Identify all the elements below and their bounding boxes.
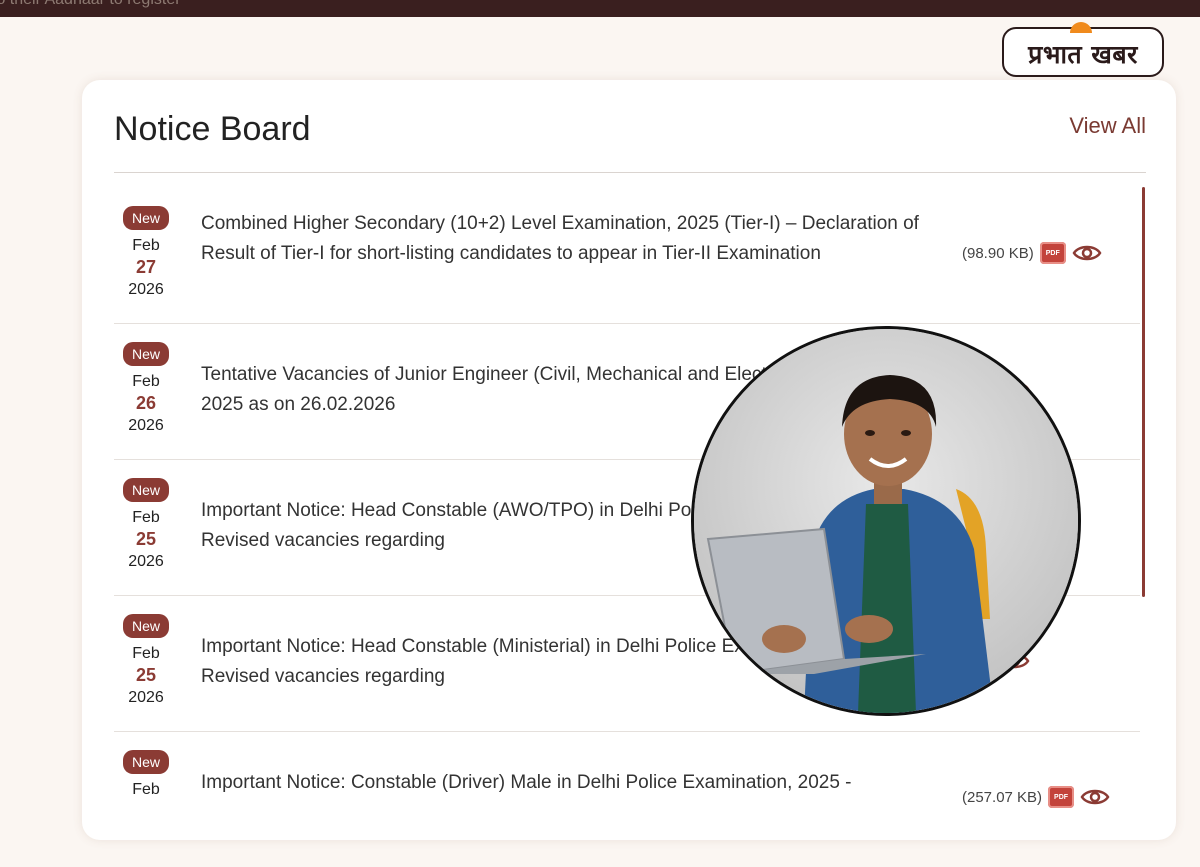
eye-icon[interactable] bbox=[1072, 242, 1102, 264]
notice-date: New Feb 26 2026 bbox=[114, 342, 178, 436]
notice-link[interactable]: Combined Higher Secondary (10+2) Level E… bbox=[201, 209, 931, 269]
date-year: 2026 bbox=[128, 553, 164, 570]
date-month: Feb bbox=[132, 781, 160, 798]
pdf-icon[interactable]: PDF bbox=[1048, 786, 1075, 808]
notice-actions: (257.07 KB) PDF bbox=[962, 786, 1142, 808]
date-year: 2026 bbox=[128, 281, 164, 298]
title-divider bbox=[114, 172, 1146, 173]
eye-icon[interactable] bbox=[1080, 786, 1110, 808]
new-badge: New bbox=[122, 342, 169, 366]
notice-date: New Feb 25 2026 bbox=[114, 614, 178, 708]
notice-date: New Feb 27 2026 bbox=[114, 206, 178, 300]
logo-sun-icon bbox=[1070, 22, 1092, 33]
date-year: 2026 bbox=[128, 689, 164, 706]
logo-text: प्रभात खबर bbox=[1028, 40, 1138, 69]
new-badge: New bbox=[122, 750, 169, 774]
date-month: Feb bbox=[132, 373, 160, 390]
date-month: Feb bbox=[132, 645, 160, 662]
notice-board-title: Notice Board bbox=[114, 110, 311, 148]
notice-actions: (98.90 KB) PDF bbox=[962, 242, 1142, 264]
notice-date: New Feb bbox=[114, 750, 178, 802]
announcement-text: to their Aadhaar to register bbox=[0, 0, 181, 9]
new-badge: New bbox=[122, 206, 169, 230]
date-day: 26 bbox=[135, 393, 157, 413]
view-all-link[interactable]: View All bbox=[1069, 113, 1146, 139]
date-month: Feb bbox=[132, 509, 160, 526]
notice-row[interactable]: New Feb 27 2026 Combined Higher Secondar… bbox=[114, 188, 1140, 324]
date-month: Feb bbox=[132, 237, 160, 254]
student-illustration bbox=[694, 329, 1078, 713]
notice-date: New Feb 25 2026 bbox=[114, 478, 178, 572]
file-size: (257.07 KB) bbox=[962, 788, 1043, 806]
file-size: (98.90 KB) bbox=[962, 244, 1034, 262]
new-badge: New bbox=[122, 614, 169, 638]
notice-link[interactable]: Important Notice: Constable (Driver) Mal… bbox=[201, 768, 931, 798]
date-day: 27 bbox=[135, 257, 157, 277]
date-year: 2026 bbox=[128, 417, 164, 434]
scrollbar-thumb[interactable] bbox=[1142, 187, 1145, 597]
student-photo bbox=[691, 326, 1081, 716]
pdf-icon[interactable]: PDF bbox=[1039, 242, 1066, 264]
top-announcement-bar: to their Aadhaar to register bbox=[0, 0, 1200, 17]
prabhat-khabar-logo: प्रभात खबर bbox=[1002, 22, 1164, 77]
new-badge: New bbox=[122, 478, 169, 502]
date-day: 25 bbox=[135, 529, 157, 549]
date-day: 25 bbox=[135, 665, 157, 685]
